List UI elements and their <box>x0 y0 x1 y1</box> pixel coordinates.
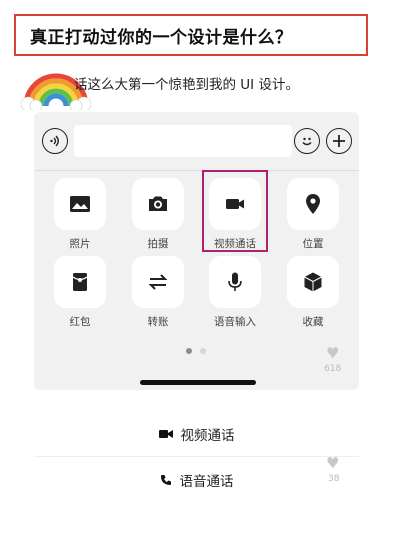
like-count: 38 <box>328 474 340 484</box>
highlight-box <box>202 170 268 252</box>
video-camera-icon <box>158 428 173 440</box>
panel-item-photo[interactable] <box>54 178 106 230</box>
divider <box>34 170 359 171</box>
panel-item-label: 拍摄 <box>147 238 169 250</box>
video-call-label: 视频通话 <box>180 428 235 444</box>
panel-item-location[interactable] <box>287 178 339 230</box>
chat-input-panel: 照片 拍摄 视频通话 位置 红包 转账 语音输入 收藏 <box>34 112 359 390</box>
plus-icon[interactable] <box>326 128 352 154</box>
red-envelope-icon <box>72 273 88 291</box>
panel-item-label: 照片 <box>69 238 91 250</box>
emoji-icon[interactable] <box>294 128 320 154</box>
phone-icon <box>160 474 172 486</box>
panel-item-label: 位置 <box>302 238 324 250</box>
microphone-icon <box>228 272 242 291</box>
voice-call-option[interactable]: 语音通话 <box>34 458 359 502</box>
page-title-box: 真正打动过你的一个设计是什么？ <box>14 14 368 56</box>
favorites-cube-icon <box>304 272 322 292</box>
page-dot[interactable] <box>200 348 206 354</box>
message-input[interactable] <box>74 125 292 157</box>
call-options-sheet: 视频通话 语音通话 <box>34 410 359 502</box>
panel-item-transfer[interactable] <box>132 256 184 308</box>
like-count: 618 <box>324 364 342 374</box>
panel-item-camera[interactable] <box>132 178 184 230</box>
home-indicator <box>140 380 256 385</box>
panel-item-label: 转账 <box>147 316 169 328</box>
panel-item-label: 红包 <box>69 316 91 328</box>
heart-icon[interactable]: ♥ <box>326 454 339 472</box>
page-dot-active[interactable] <box>186 348 192 354</box>
panel-item-label: 收藏 <box>302 316 324 328</box>
camera-icon <box>149 196 167 211</box>
subtitle: 话这么大第一个惊艳到我的 UI 设计。 <box>74 77 299 93</box>
sheet-divider <box>34 456 359 457</box>
location-pin-icon <box>306 194 320 214</box>
page-title: 真正打动过你的一个设计是什么？ <box>30 27 293 48</box>
heart-icon[interactable]: ♥ <box>326 344 339 362</box>
video-call-option[interactable]: 视频通话 <box>34 412 359 456</box>
image-icon <box>70 196 90 212</box>
voice-icon[interactable] <box>42 128 68 154</box>
panel-item-label: 语音输入 <box>214 316 256 328</box>
chat-input-bar <box>34 124 359 158</box>
panel-item-favorites[interactable] <box>287 256 339 308</box>
panel-item-voice-input[interactable] <box>209 256 261 308</box>
panel-item-red-envelope[interactable] <box>54 256 106 308</box>
voice-call-label: 语音通话 <box>179 474 234 490</box>
transfer-icon <box>148 274 168 290</box>
